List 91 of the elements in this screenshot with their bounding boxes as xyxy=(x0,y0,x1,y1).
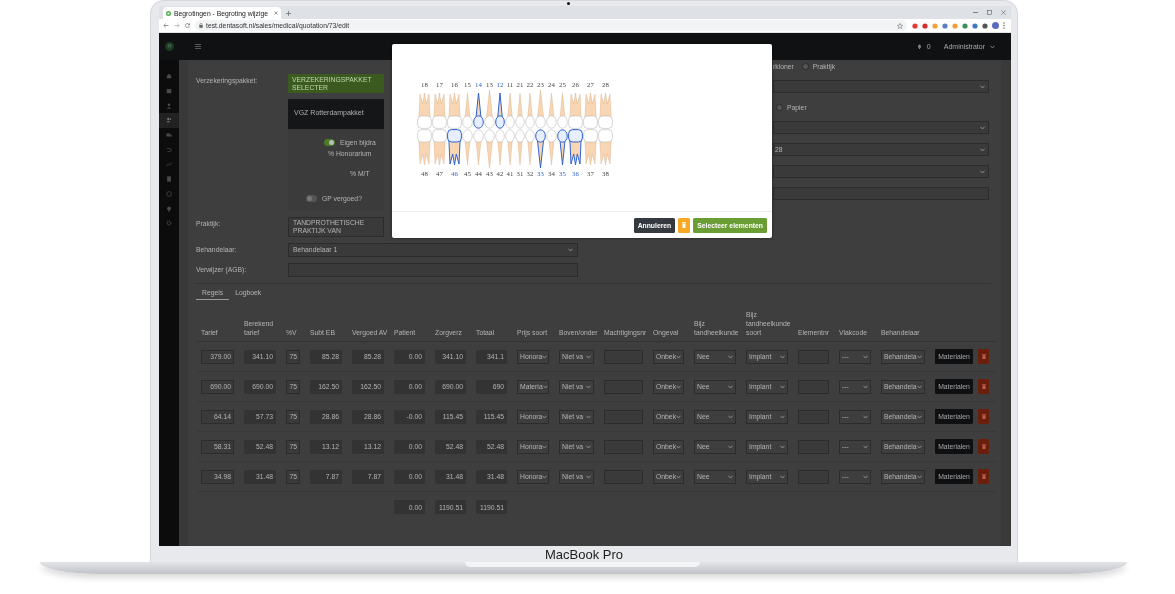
back-icon[interactable] xyxy=(163,23,169,28)
favicon-icon xyxy=(166,10,171,16)
chevron-icon xyxy=(542,414,548,419)
document-icon xyxy=(166,176,172,183)
chevron-icon xyxy=(728,444,733,449)
chevron-icon xyxy=(586,444,591,449)
select-field[interactable] xyxy=(773,165,989,178)
chevron-icon xyxy=(586,474,591,479)
lightbulb-icon xyxy=(166,205,172,212)
truck-icon xyxy=(166,132,172,139)
users-icon xyxy=(166,117,172,124)
trash-icon xyxy=(981,444,986,449)
chevron-icon xyxy=(980,169,985,174)
maximize-icon[interactable] xyxy=(987,10,992,15)
chevron-icon xyxy=(863,474,868,479)
bell-icon[interactable] xyxy=(916,44,922,49)
chevron-icon xyxy=(980,147,985,152)
chevron-icon xyxy=(780,474,785,479)
radio-button[interactable] xyxy=(801,62,809,70)
tooth-drawing[interactable] xyxy=(535,129,546,169)
forward-icon[interactable] xyxy=(174,23,180,28)
chevron-icon xyxy=(542,474,548,479)
chevron-icon xyxy=(728,354,733,359)
chevron-icon xyxy=(863,384,868,389)
chevron-icon xyxy=(780,444,785,449)
chevron-icon xyxy=(728,384,733,389)
input-field[interactable] xyxy=(773,187,989,200)
delete-button[interactable] xyxy=(978,469,989,484)
trash-icon xyxy=(981,384,986,389)
chevron-icon xyxy=(542,444,548,449)
chevron-icon xyxy=(542,384,548,389)
chevron-icon xyxy=(917,474,922,479)
chevron-icon xyxy=(676,384,682,389)
delete-button[interactable] xyxy=(978,349,989,364)
reload-icon[interactable] xyxy=(185,23,190,28)
chevron-icon xyxy=(676,414,682,419)
clock-icon xyxy=(166,190,172,197)
calendar-icon xyxy=(166,88,172,95)
minimize-icon[interactable] xyxy=(973,12,978,13)
chevron-icon xyxy=(863,444,868,449)
route-icon xyxy=(166,146,172,153)
chevron-icon xyxy=(676,474,682,479)
home-icon xyxy=(166,73,172,80)
tooth-logo-icon[interactable] xyxy=(164,42,174,51)
camera-icon xyxy=(567,2,570,5)
toggle-switch[interactable] xyxy=(324,139,335,146)
chevron-icon xyxy=(586,414,591,419)
select-field[interactable] xyxy=(773,121,989,134)
chevron-icon xyxy=(917,444,922,449)
chevron-icon xyxy=(728,474,733,479)
delete-button[interactable] xyxy=(678,217,691,233)
chevron-icon xyxy=(980,84,985,89)
delete-button[interactable] xyxy=(978,379,989,394)
chevron-icon xyxy=(863,414,868,419)
gear-icon xyxy=(166,220,172,227)
delete-button[interactable] xyxy=(978,439,989,454)
chevron-icon xyxy=(917,384,922,389)
chevron-icon xyxy=(542,354,548,359)
star-icon[interactable] xyxy=(897,22,903,29)
device-label: MacBook Pro xyxy=(544,546,623,563)
avatar-icon[interactable] xyxy=(992,22,999,29)
sidebar-item[interactable] xyxy=(159,113,179,128)
toggle-switch[interactable] xyxy=(306,195,317,202)
chevron-icon xyxy=(676,354,682,359)
select-field[interactable] xyxy=(773,80,989,93)
chevron-icon xyxy=(780,384,785,389)
user-icon xyxy=(166,102,172,109)
chevron-icon xyxy=(676,444,682,449)
close-icon[interactable] xyxy=(274,11,278,15)
chevron-icon xyxy=(780,414,785,419)
delete-button[interactable] xyxy=(978,409,989,424)
chevron-icon xyxy=(568,248,573,252)
trash-icon xyxy=(682,222,687,228)
chevron-icon xyxy=(728,414,733,419)
chevron-icon xyxy=(980,125,985,130)
chevron-icon xyxy=(780,354,785,359)
trash-icon xyxy=(981,414,986,419)
menu-icon[interactable] xyxy=(195,44,201,49)
chevron-icon xyxy=(586,354,591,359)
chart-icon xyxy=(166,161,172,168)
chevron-icon xyxy=(863,354,868,359)
radio-button[interactable] xyxy=(776,103,783,111)
chevron-icon xyxy=(990,44,995,49)
plus-icon[interactable] xyxy=(286,11,291,16)
trash-icon xyxy=(981,354,986,359)
lock-icon xyxy=(199,23,203,28)
trash-icon xyxy=(981,474,986,479)
chevron-icon xyxy=(917,354,922,359)
chevron-icon xyxy=(917,414,922,419)
chevron-icon xyxy=(586,384,591,389)
close-icon[interactable] xyxy=(1001,10,1006,15)
